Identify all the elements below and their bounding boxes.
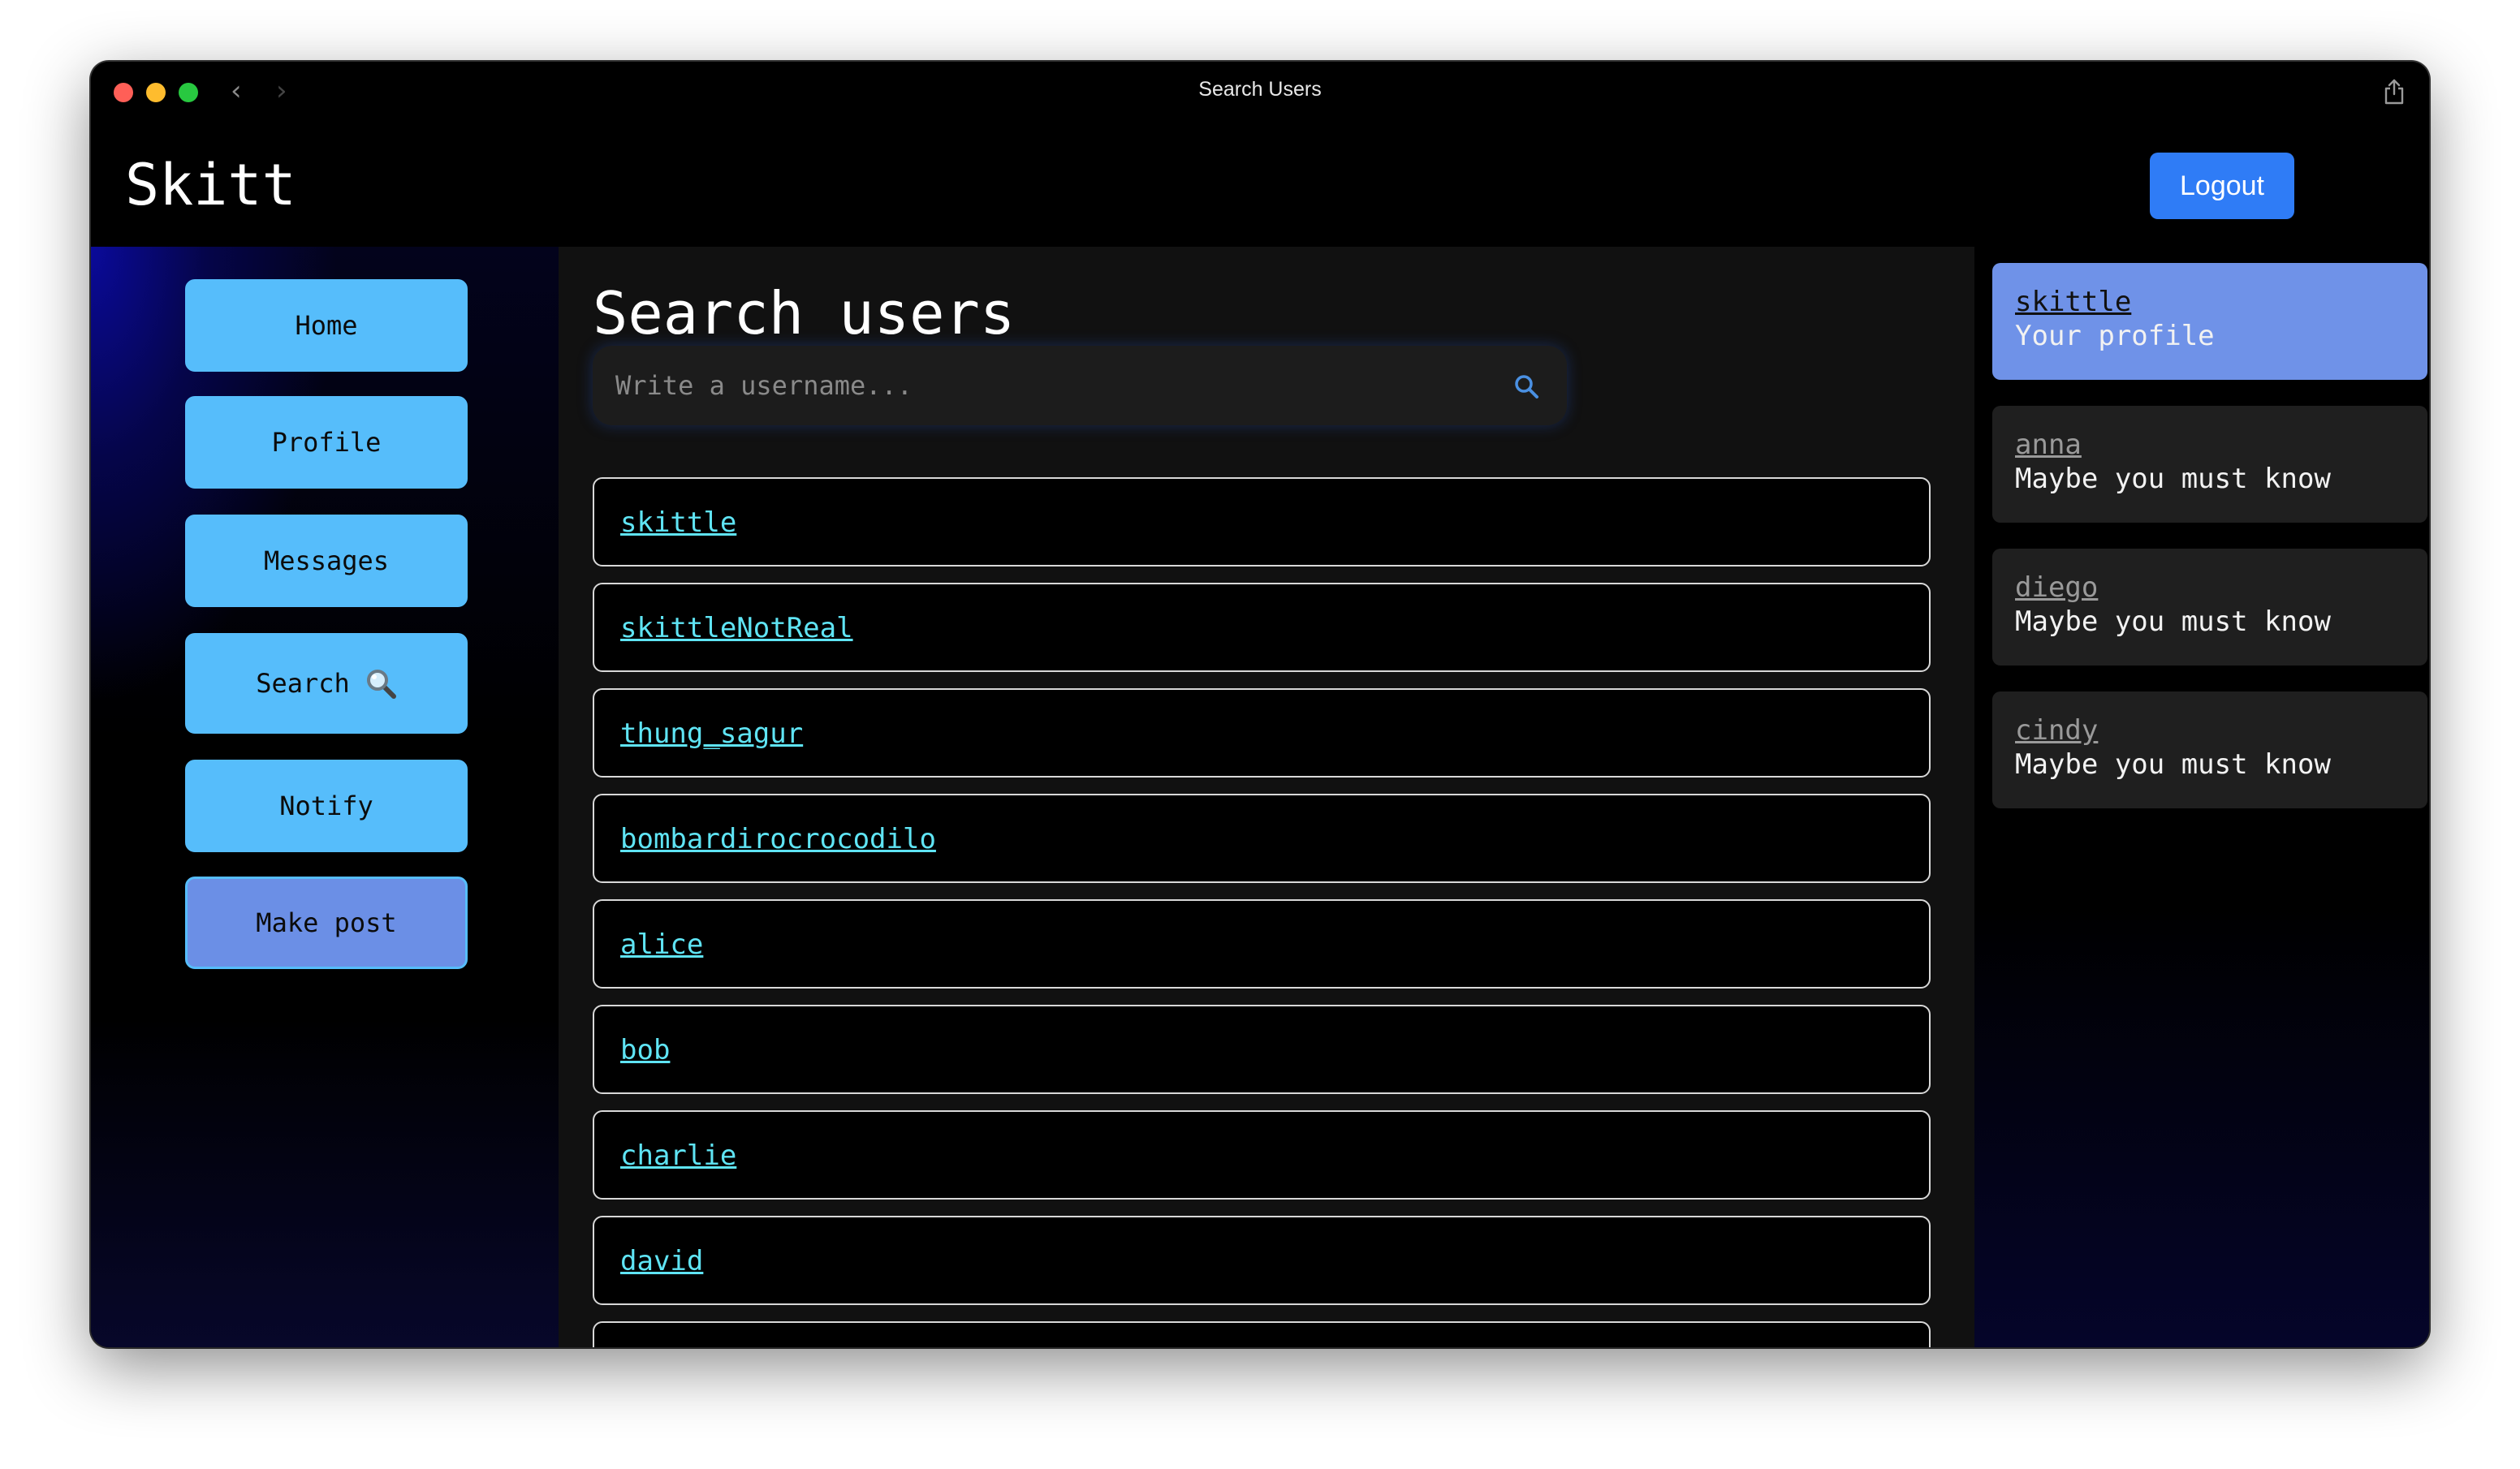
- own-profile-card[interactable]: skittle Your profile: [1992, 263, 2427, 380]
- user-result-row[interactable]: bombardirocrocodilo: [593, 794, 1931, 883]
- user-link[interactable]: skittleNotReal: [620, 612, 853, 644]
- right-sidebar: skittle Your profile anna Maybe you must…: [1974, 247, 2429, 1347]
- make-post-button[interactable]: Make post: [185, 877, 468, 969]
- user-link[interactable]: thung_sagur: [620, 717, 803, 750]
- card-subtitle: Maybe you must know: [2015, 463, 2331, 495]
- profile-link[interactable]: anna: [2015, 429, 2082, 461]
- sidebar-item-messages[interactable]: Messages: [185, 515, 468, 607]
- profile-link[interactable]: diego: [2015, 571, 2098, 604]
- user-link[interactable]: bombardirocrocodilo: [620, 823, 936, 855]
- sidebar-item-label: Home: [295, 310, 358, 341]
- sidebar-item-profile[interactable]: Profile: [185, 396, 468, 489]
- search-input[interactable]: [593, 346, 1567, 425]
- brand-logo: Skitt: [125, 152, 296, 218]
- card-subtitle: Maybe you must know: [2015, 748, 2331, 781]
- user-link[interactable]: alice: [620, 928, 703, 961]
- sidebar-item-label: Search: [256, 668, 350, 699]
- user-result-row[interactable]: david: [593, 1216, 1931, 1305]
- suggestion-card[interactable]: diego Maybe you must know: [1992, 549, 2427, 666]
- user-result-row[interactable]: thung_sagur: [593, 688, 1931, 778]
- search-box: [593, 346, 1567, 425]
- suggestion-card[interactable]: anna Maybe you must know: [1992, 406, 2427, 523]
- user-link[interactable]: david: [620, 1245, 703, 1277]
- sidebar-item-search[interactable]: Search: [185, 633, 468, 734]
- user-result-row[interactable]: bob: [593, 1005, 1931, 1094]
- sidebar-item-label: Profile: [271, 427, 382, 458]
- profile-link[interactable]: cindy: [2015, 714, 2098, 747]
- card-subtitle: Maybe you must know: [2015, 605, 2331, 638]
- window-title: Search Users: [1198, 78, 1322, 101]
- card-subtitle: Your profile: [2015, 320, 2215, 352]
- user-link[interactable]: bob: [620, 1034, 670, 1066]
- sidebar-item-notify[interactable]: Notify: [185, 760, 468, 852]
- page-title: Search users: [593, 279, 1016, 347]
- left-sidebar: Home Profile Messages Search Notify Make…: [91, 247, 559, 1347]
- user-link[interactable]: skittle: [620, 506, 736, 539]
- search-icon[interactable]: [1513, 373, 1539, 399]
- user-result-row[interactable]: charlie: [593, 1110, 1931, 1200]
- title-bar: ‹ › Search Users: [91, 62, 2429, 123]
- user-result-row[interactable]: eva: [593, 1321, 1931, 1347]
- sidebar-item-label: Notify: [279, 791, 373, 821]
- profile-link[interactable]: skittle: [2015, 286, 2131, 318]
- magnifier-icon: [366, 670, 396, 699]
- sidebar-item-label: Make post: [256, 907, 397, 938]
- main-content: Search users skittle skittleNotReal thun…: [559, 247, 1974, 1347]
- app-header: Skitt Logout: [91, 123, 2429, 247]
- sidebar-item-label: Messages: [263, 545, 390, 576]
- share-icon[interactable]: [2382, 78, 2406, 106]
- suggestion-card[interactable]: cindy Maybe you must know: [1992, 691, 2427, 808]
- user-result-row[interactable]: skittleNotReal: [593, 583, 1931, 672]
- user-link[interactable]: charlie: [620, 1139, 736, 1172]
- logout-button[interactable]: Logout: [2150, 153, 2294, 219]
- user-result-row[interactable]: skittle: [593, 477, 1931, 566]
- user-result-row[interactable]: alice: [593, 899, 1931, 989]
- app-window: ‹ › Search Users Skitt Logout Home Profi…: [91, 62, 2429, 1347]
- sidebar-item-home[interactable]: Home: [185, 279, 468, 372]
